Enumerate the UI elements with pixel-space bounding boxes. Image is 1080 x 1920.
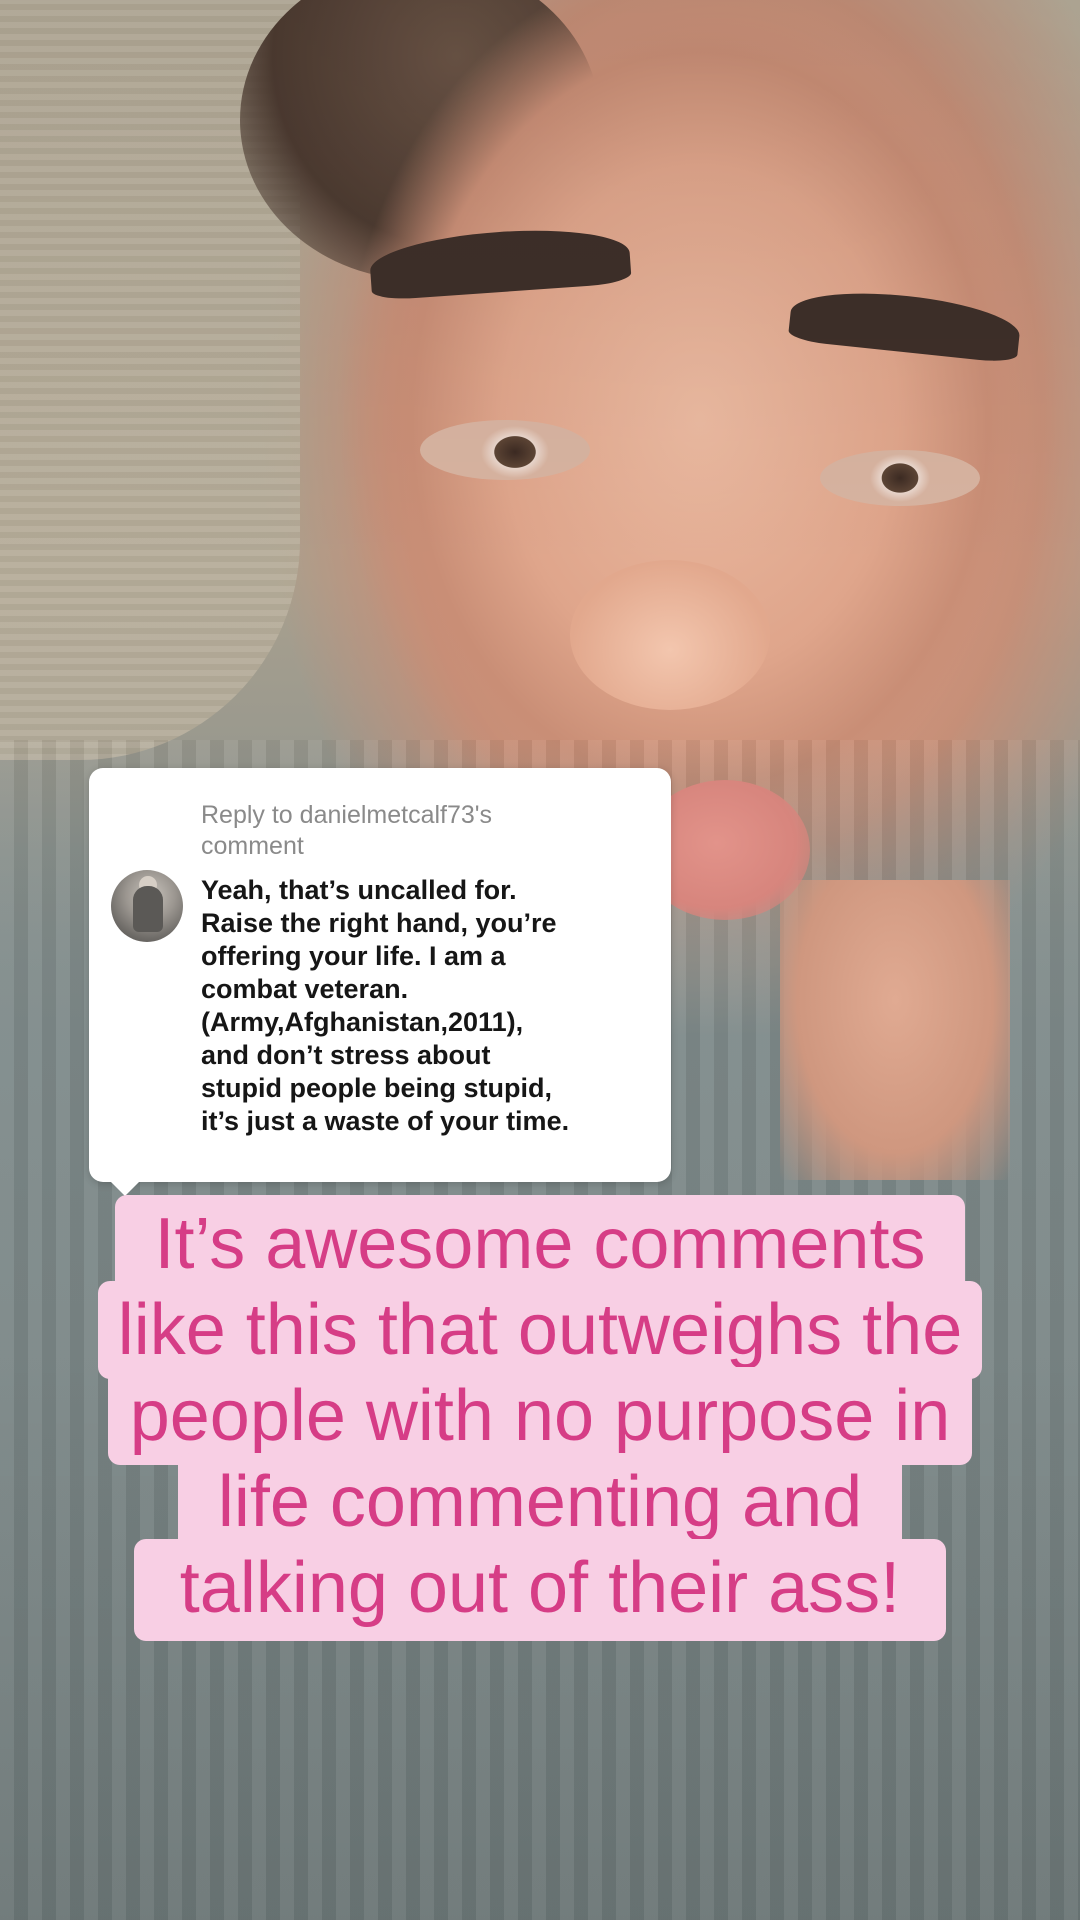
reply-comment-card[interactable]: Reply to danielmetcalf73's comment Yeah,…: [89, 768, 671, 1196]
reply-prefix: Reply to: [201, 801, 293, 829]
comment-line: Raise the right hand, you’re: [201, 908, 557, 938]
comment-line: combat veteran.: [201, 974, 409, 1004]
caption-line: It’s awesome comments: [114, 1195, 966, 1293]
avatar-figure: [133, 886, 163, 932]
comment-line: and don’t stress about: [201, 1040, 491, 1070]
reply-username[interactable]: danielmetcalf73's: [300, 801, 492, 829]
comment-line: it’s just a waste of your time.: [201, 1106, 570, 1136]
comment-line: offering your life. I am a: [201, 941, 506, 971]
caption-line: talking out of their ass!: [133, 1539, 947, 1641]
reply-suffix: comment: [201, 832, 304, 860]
comment-line: Yeah, that’s uncalled for.: [201, 875, 517, 905]
comment-line: stupid people being stupid,: [201, 1073, 552, 1103]
caption-overlay: It’s awesome comments like this that out…: [0, 1195, 1080, 1641]
caption-line: people with no purpose in: [107, 1367, 973, 1465]
user-avatar-icon[interactable]: [111, 870, 183, 942]
caption-line: life commenting and: [177, 1453, 903, 1551]
comment-text: Yeah, that’s uncalled for. Raise the rig…: [201, 874, 651, 1138]
reply-header: Reply to danielmetcalf73's comment: [201, 800, 641, 862]
caption-line: like this that outweighs the: [97, 1281, 983, 1379]
comment-line: (Army,Afghanistan,2011),: [201, 1007, 524, 1037]
